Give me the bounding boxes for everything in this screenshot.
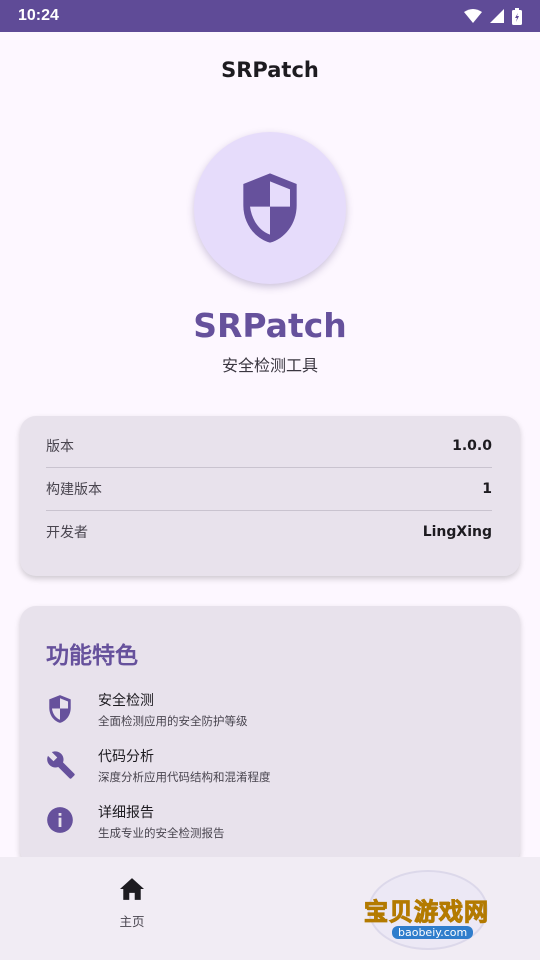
nav-item-home[interactable]: 主页 (92, 877, 172, 930)
nav-label-home: 主页 (119, 914, 145, 929)
battery-icon (512, 7, 522, 25)
feature-item-report: 详细报告 生成专业的安全检测报告 (46, 802, 494, 858)
wifi-icon (464, 9, 482, 23)
info-row-build: 构建版本 1 (46, 467, 492, 510)
top-app-bar: SRPatch (0, 32, 540, 108)
app-logo (194, 132, 346, 284)
feature-description: 深度分析应用代码结构和混淆程度 (98, 770, 271, 784)
status-time: 10:24 (18, 7, 59, 24)
feature-icon (46, 690, 98, 728)
feature-name: 安全检测 (98, 693, 154, 709)
shield-icon (49, 695, 71, 723)
info-row-version: 版本 1.0.0 (46, 424, 492, 467)
status-bar: 10:24 (0, 0, 540, 32)
feature-description: 全面检测应用的安全防护等级 (98, 714, 248, 728)
watermark-text: 宝贝游戏网 (364, 898, 489, 927)
watermark-logo: 宝贝游戏网 baobeiy.com (356, 868, 506, 954)
status-icons (464, 7, 522, 25)
watermark-url: baobeiy.com (392, 926, 474, 939)
info-icon (47, 807, 73, 833)
app-name: SRPatch (193, 306, 347, 345)
features-card: 功能特色 安全检测 全面检测应用的安全防护等级 代码分析 深度分析应用代码结构和… (20, 606, 520, 866)
feature-description: 生成专业的安全检测报告 (98, 826, 225, 840)
feature-icon (46, 746, 98, 784)
app-info-card: 版本 1.0.0 构建版本 1 开发者 LingXing (20, 416, 520, 576)
feature-name: 代码分析 (98, 749, 154, 765)
signal-icon (490, 9, 504, 23)
info-value: 1 (482, 481, 492, 497)
info-label: 构建版本 (46, 482, 102, 498)
app-bar-title: SRPatch (221, 58, 319, 82)
info-label: 版本 (46, 438, 74, 455)
app-subtitle: 安全检测工具 (221, 356, 318, 375)
info-value: LingXing (422, 524, 492, 540)
info-row-developer: 开发者 LingXing (46, 510, 492, 553)
shield-icon (243, 173, 297, 243)
features-title: 功能特色 (46, 643, 138, 669)
info-label: 开发者 (46, 525, 88, 541)
feature-name: 详细报告 (98, 805, 154, 821)
feature-item-code-analysis: 代码分析 深度分析应用代码结构和混淆程度 (46, 746, 494, 802)
feature-item-security: 安全检测 全面检测应用的安全防护等级 (46, 690, 494, 746)
home-icon (120, 878, 144, 900)
info-value: 1.0.0 (452, 437, 492, 454)
feature-icon (46, 802, 98, 838)
wrench-icon (47, 751, 75, 779)
